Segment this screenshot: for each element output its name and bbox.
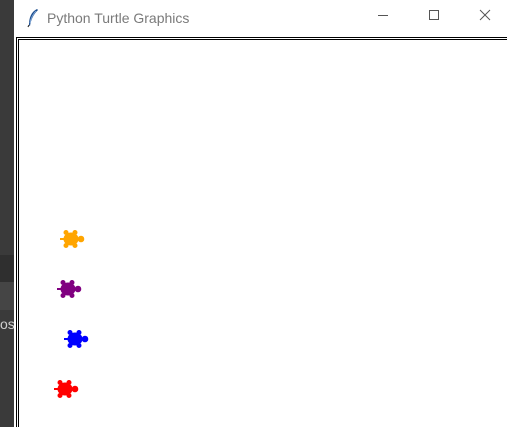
turtle-purple: [57, 280, 82, 298]
feather-icon: [26, 8, 40, 28]
close-icon: [479, 8, 491, 26]
close-button[interactable]: [462, 0, 508, 34]
turtle-canvas[interactable]: [16, 37, 507, 427]
window-title: Python Turtle Graphics: [47, 10, 190, 26]
minimize-button[interactable]: [360, 0, 406, 34]
background-panel: [0, 255, 14, 282]
turtle-orange: [60, 230, 85, 248]
turtle-red: [54, 380, 79, 398]
title-bar[interactable]: Python Turtle Graphics: [14, 0, 509, 36]
maximize-icon: [428, 8, 440, 26]
turtle-blue: [64, 330, 89, 348]
turtle-graphics-window: Python Turtle Graphics: [14, 0, 509, 427]
background-panel-highlight: [0, 282, 14, 310]
background-application: os: [0, 0, 14, 427]
background-text-fragment: os: [0, 316, 14, 332]
canvas-drawing-area: [18, 39, 507, 427]
minimize-icon: [377, 8, 389, 26]
maximize-button[interactable]: [411, 0, 457, 34]
